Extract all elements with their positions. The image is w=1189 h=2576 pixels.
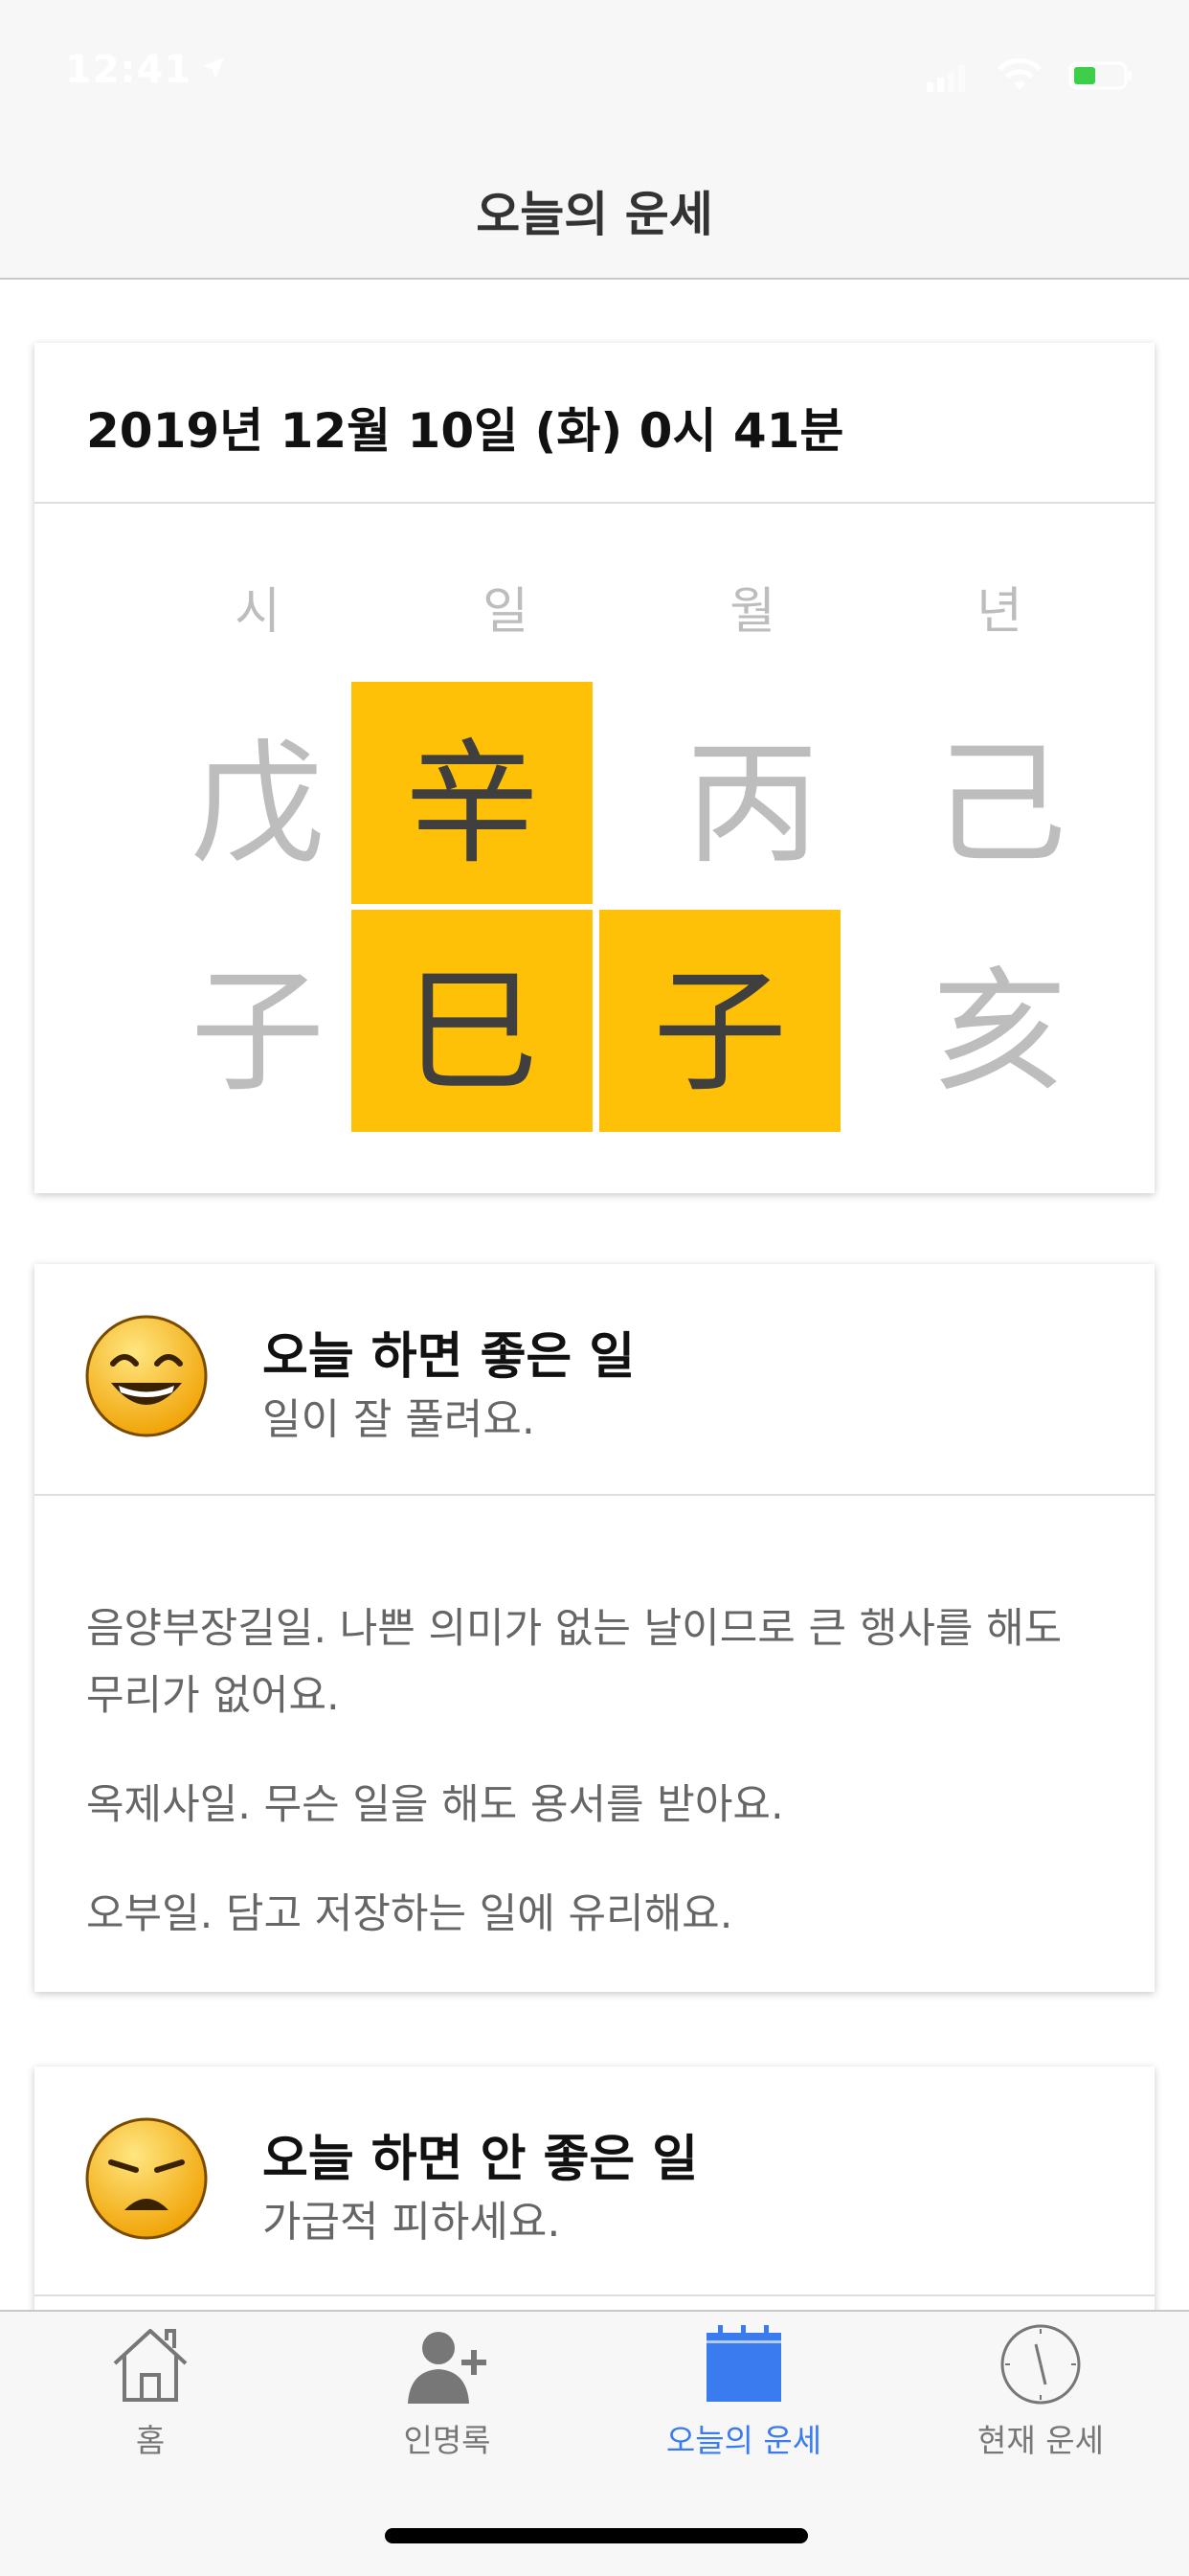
clock-icon bbox=[1000, 2324, 1081, 2405]
tab-home-label: 홈 bbox=[135, 2422, 166, 2459]
stem-day: 辛 bbox=[351, 682, 593, 904]
tab-current-fortune[interactable]: 현재 운세 bbox=[892, 2321, 1189, 2474]
good-item: 옥제사일. 무슨 일을 해도 용서를 받아요. bbox=[86, 1781, 784, 1829]
tab-contacts[interactable]: 인명록 bbox=[299, 2321, 595, 2474]
bad-card-subtitle: 가급적 피하세요. bbox=[262, 2198, 561, 2247]
good-item: 오부일. 담고 저장하는 일에 유리해요. bbox=[86, 1890, 733, 1938]
card-divider bbox=[34, 2294, 1155, 2296]
good-item: 음양부장길일. 나쁜 의미가 없는 날이므로 큰 행사를 해도 무리가 없어요. bbox=[86, 1605, 1063, 1720]
card-divider bbox=[34, 502, 1155, 504]
sad-face-icon bbox=[85, 2117, 208, 2240]
column-label-hour: 시 bbox=[235, 583, 280, 641]
stem-month: 丙 bbox=[684, 727, 819, 883]
good-card-subtitle: 일이 잘 풀려요. bbox=[262, 1395, 535, 1444]
bad-things-card: 오늘 하면 안 좋은 일 가급적 피하세요. bbox=[34, 2067, 1155, 2310]
cellular-signal-icon bbox=[927, 65, 965, 92]
stem-year: 己 bbox=[931, 727, 1066, 883]
column-label-year: 년 bbox=[976, 583, 1022, 641]
calendar-icon bbox=[707, 2325, 781, 2402]
wifi-icon bbox=[998, 57, 1042, 90]
home-icon bbox=[113, 2329, 188, 2402]
bad-card-title: 오늘 하면 안 좋은 일 bbox=[262, 2131, 699, 2188]
add-person-icon bbox=[408, 2332, 486, 2404]
status-bar: 12:41 bbox=[0, 0, 1189, 144]
branch-month: 子 bbox=[599, 910, 841, 1132]
status-time: 12:41 bbox=[65, 48, 192, 92]
column-label-day: 일 bbox=[482, 583, 528, 641]
branch-year: 亥 bbox=[931, 955, 1066, 1111]
stem-hour: 戊 bbox=[190, 727, 325, 883]
tab-home[interactable]: 홈 bbox=[2, 2321, 299, 2474]
battery-icon bbox=[1068, 61, 1132, 90]
content-scroll-area[interactable]: 2019년 12월 10일 (화) 0시 41분 시 일 월 년 戊 辛 丙 己… bbox=[0, 280, 1189, 2310]
tab-current-fortune-label: 현재 운세 bbox=[977, 2422, 1104, 2459]
good-card-body: 음양부장길일. 나쁜 의미가 없는 날이므로 큰 행사를 해도 무리가 없어요.… bbox=[86, 1595, 1101, 1990]
column-label-month: 월 bbox=[729, 583, 775, 641]
tab-contacts-label: 인명록 bbox=[403, 2422, 491, 2459]
tab-today-fortune-label: 오늘의 운세 bbox=[665, 2422, 822, 2459]
card-divider bbox=[34, 1494, 1155, 1496]
saju-card: 2019년 12월 10일 (화) 0시 41분 시 일 월 년 戊 辛 丙 己… bbox=[34, 343, 1155, 1193]
location-arrow-icon bbox=[203, 57, 224, 79]
page-title: 오늘의 운세 bbox=[476, 187, 713, 242]
good-card-title: 오늘 하면 좋은 일 bbox=[262, 1328, 636, 1386]
home-indicator[interactable] bbox=[385, 2528, 808, 2543]
navigation-bar: 오늘의 운세 bbox=[0, 144, 1189, 280]
branch-day: 巳 bbox=[351, 910, 593, 1132]
date-label: 2019년 12월 10일 (화) 0시 41분 bbox=[86, 403, 844, 459]
tab-today-fortune[interactable]: 오늘의 운세 bbox=[595, 2321, 892, 2474]
branch-hour: 子 bbox=[190, 955, 325, 1111]
good-things-card: 오늘 하면 좋은 일 일이 잘 풀려요. 음양부장길일. 나쁜 의미가 없는 날… bbox=[34, 1264, 1155, 1992]
happy-face-icon bbox=[85, 1315, 208, 1437]
